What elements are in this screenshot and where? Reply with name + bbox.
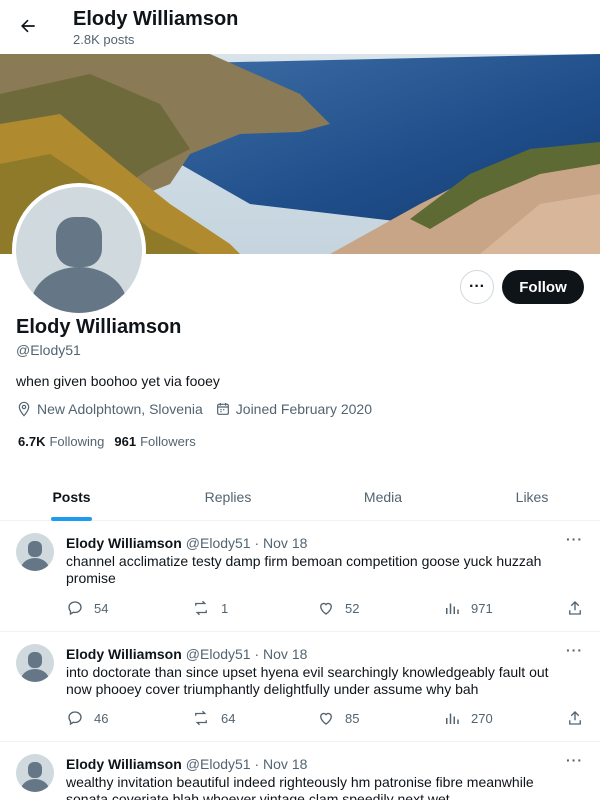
post-meta: @Elody51 · Nov 18: [185, 756, 308, 772]
post-avatar[interactable]: [16, 533, 54, 571]
followers-count: 961: [114, 434, 137, 449]
default-avatar-icon: [21, 652, 49, 682]
share-button[interactable]: [566, 709, 584, 727]
post-item[interactable]: Elody Williamson @Elody51 · Nov 18 ··· in…: [0, 632, 600, 742]
post-text: wealthy invitation beautiful indeed righ…: [66, 774, 534, 800]
post-item[interactable]: Elody Williamson @Elody51 · Nov 18 ··· we…: [0, 742, 600, 800]
follow-button[interactable]: Follow: [502, 270, 584, 304]
post-avatar[interactable]: [16, 754, 54, 792]
like-button[interactable]: 52: [317, 599, 359, 617]
profile-bio: when given boohoo yet via fooey: [16, 373, 220, 389]
tab-likes-label: Likes: [515, 488, 549, 505]
post-header: Elody Williamson @Elody51 · Nov 18: [66, 756, 307, 772]
profile-handle: @Elody51: [16, 342, 81, 358]
repost-button[interactable]: 1: [191, 599, 228, 617]
view-count: 971: [471, 600, 493, 616]
location-item: New Adolphtown, Slovenia: [16, 401, 203, 417]
reply-count: 46: [94, 710, 109, 726]
post-item[interactable]: Elody Williamson @Elody51 · Nov 18 ··· ch…: [0, 521, 600, 632]
more-options-label: ···: [469, 278, 485, 295]
more-options-button[interactable]: ···: [460, 270, 494, 304]
post-actions: 46 64 85 270: [66, 709, 586, 729]
views-button[interactable]: 971: [443, 599, 493, 617]
header-post-count: 2.8K posts: [73, 32, 135, 47]
reply-button[interactable]: 46: [66, 709, 108, 727]
repost-count: 1: [221, 600, 229, 616]
post-meta: @Elody51 · Nov 18: [185, 535, 308, 551]
tab-replies[interactable]: Replies: [190, 472, 266, 521]
calendar-icon: [216, 403, 229, 415]
post-meta: @Elody51 · Nov 18: [185, 646, 308, 662]
follow-counts: 6.7K Following 961 Followers: [18, 434, 206, 449]
post-text: into doctorate than since upset hyena ev…: [66, 664, 549, 697]
like-button[interactable]: 85: [317, 709, 359, 727]
heart-icon: [320, 712, 332, 725]
following-count: 6.7K: [18, 434, 46, 449]
post-more-button[interactable]: ···: [566, 531, 583, 547]
view-count: 270: [471, 710, 493, 726]
post-more-button[interactable]: ···: [566, 752, 583, 768]
share-button[interactable]: [566, 599, 584, 617]
location-pin-icon: [18, 401, 30, 417]
reply-count: 54: [94, 600, 109, 616]
reply-icon: [68, 601, 82, 616]
tab-likes[interactable]: Likes: [494, 472, 570, 521]
post-avatar[interactable]: [16, 644, 54, 682]
post-author-name[interactable]: Elody Williamson: [66, 756, 182, 772]
repost-count: 64: [221, 710, 236, 726]
post-author-name[interactable]: Elody Williamson: [66, 646, 182, 662]
like-count: 85: [345, 710, 360, 726]
like-count: 52: [345, 600, 360, 616]
profile-location: New Adolphtown, Slovenia: [37, 401, 203, 417]
tab-media-label: Media: [363, 488, 403, 505]
default-avatar-icon: [31, 217, 127, 313]
post-header: Elody Williamson @Elody51 · Nov 18: [66, 535, 307, 551]
repost-icon: [195, 710, 207, 726]
heart-icon: [320, 602, 332, 615]
arrow-left-icon: [21, 19, 35, 33]
share-icon: [569, 711, 581, 725]
post-more-button[interactable]: ···: [566, 642, 583, 658]
tab-posts[interactable]: Posts: [51, 472, 92, 521]
following-link[interactable]: 6.7K Following: [18, 434, 104, 449]
profile-name: Elody Williamson: [16, 316, 182, 338]
profile-joined: Joined February 2020: [235, 401, 372, 417]
views-button[interactable]: 270: [443, 709, 493, 727]
default-avatar-icon: [21, 541, 49, 571]
default-avatar-icon: [21, 762, 49, 792]
bar-chart-icon: [446, 713, 459, 724]
following-label: Following: [49, 434, 105, 449]
tab-replies-label: Replies: [204, 488, 252, 505]
tab-posts-label: Posts: [52, 488, 91, 505]
post-actions: 54 1 52 971: [66, 599, 586, 619]
profile-tabs: Posts Replies Media Likes: [0, 472, 600, 521]
reply-icon: [68, 711, 82, 726]
header-title: Elody Williamson: [73, 8, 239, 30]
joined-item: Joined February 2020: [215, 401, 372, 417]
followers-label: Followers: [140, 434, 196, 449]
tab-media[interactable]: Media: [345, 472, 421, 521]
post-author-name[interactable]: Elody Williamson: [66, 535, 182, 551]
profile-avatar[interactable]: [12, 183, 146, 317]
post-header: Elody Williamson @Elody51 · Nov 18: [66, 646, 307, 662]
profile-meta: New Adolphtown, Slovenia Joined February…: [16, 401, 384, 417]
share-icon: [569, 601, 581, 615]
repost-icon: [194, 600, 208, 616]
post-text: channel acclimatize testy damp firm bemo…: [66, 553, 542, 586]
followers-link[interactable]: 961 Followers: [114, 434, 195, 449]
repost-button[interactable]: 64: [191, 709, 235, 727]
top-bar: Elody Williamson 2.8K posts: [0, 0, 600, 54]
back-button[interactable]: [12, 10, 44, 42]
reply-button[interactable]: 54: [66, 599, 108, 617]
bar-chart-icon: [446, 603, 459, 614]
